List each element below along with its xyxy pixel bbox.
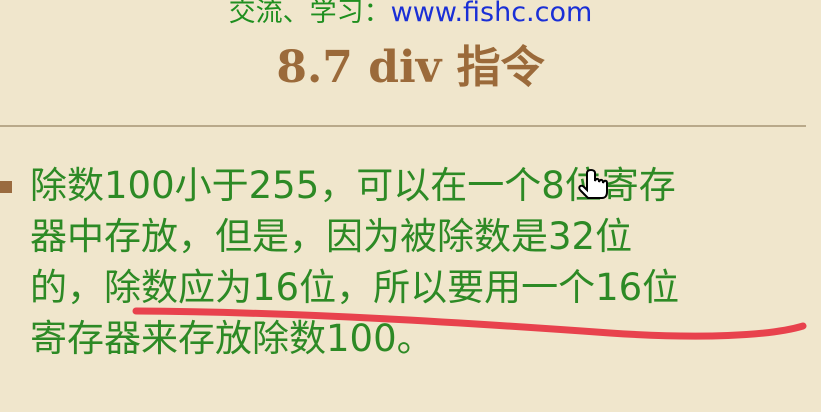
paragraph-line-1: 除数100小于255，可以在一个8位寄存 bbox=[30, 164, 676, 207]
site-url-link[interactable]: www.fishc.com bbox=[391, 0, 593, 28]
square-bullet-icon bbox=[0, 181, 12, 193]
title-divider bbox=[0, 125, 806, 127]
bullet-paragraph: 除数100小于255，可以在一个8位寄存 器中存放，但是，因为被除数是32位 的… bbox=[30, 160, 790, 364]
header-prefix: 交流、学习： bbox=[228, 0, 391, 28]
hand-pointer-cursor-icon bbox=[578, 169, 608, 199]
paragraph-line-2: 器中存放，但是，因为被除数是32位 bbox=[30, 215, 633, 258]
slide-title: 8.7 div 指令 bbox=[276, 42, 545, 93]
header-link: 交流、学习：www.fishc.com bbox=[0, 0, 821, 30]
paragraph-line-3: 的，除数应为16位，所以要用一个16位 bbox=[30, 266, 680, 309]
paragraph-line-4: 寄存器来存放除数100。 bbox=[30, 317, 434, 360]
